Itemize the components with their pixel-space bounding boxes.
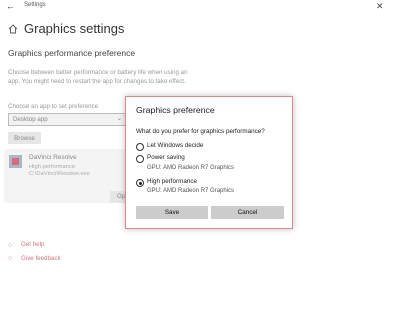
back-arrow-icon[interactable]: ←: [6, 1, 15, 11]
browse-button[interactable]: Browse: [8, 132, 41, 144]
cancel-button[interactable]: Cancel: [211, 206, 284, 219]
option-gpu: GPU: AMD Radeon R7 Graphics: [147, 188, 235, 194]
page-title: Graphics settings: [24, 21, 125, 36]
option-gpu: GPU: AMD Radeon R7 Graphics: [147, 165, 235, 171]
section-heading: Graphics performance preference: [8, 48, 136, 58]
give-feedback-link[interactable]: Give feedback: [21, 255, 61, 262]
app-type-dropdown[interactable]: Desktop app ⌄: [8, 113, 127, 126]
radio-power-saving[interactable]: [136, 155, 144, 163]
help-icon: ○: [8, 242, 13, 249]
dialog-question: What do you prefer for graphics performa…: [136, 128, 265, 135]
graphics-preference-dialog: Graphics preference What do you prefer f…: [125, 96, 293, 229]
option-label: High performance: [147, 178, 198, 185]
option-label: Power saving: [147, 154, 185, 161]
radio-high-performance[interactable]: [136, 179, 144, 187]
home-icon: [8, 24, 18, 34]
save-button[interactable]: Save: [136, 206, 208, 219]
app-icon: [9, 155, 22, 168]
get-help-link[interactable]: Get help: [21, 241, 44, 248]
dropdown-value: Desktop app: [13, 116, 48, 123]
app-name: DaVinci Resolve: [29, 154, 77, 161]
dialog-title: Graphics preference: [136, 105, 215, 115]
app-preference: High performance: [29, 164, 76, 170]
app-path: C:\DaVinci\Resolve.exe: [29, 171, 90, 177]
title-bar: [0, 0, 400, 12]
radio-let-windows-decide[interactable]: [136, 143, 144, 151]
window-title: Settings: [24, 2, 46, 8]
option-label: Let Windows decide: [147, 142, 204, 149]
feedback-icon: ○: [8, 255, 13, 262]
choose-app-label: Choose an app to set preference: [8, 103, 99, 110]
close-icon[interactable]: ✕: [376, 0, 384, 12]
chevron-down-icon: ⌄: [116, 116, 122, 122]
description-text: Choose between better performance or bat…: [8, 69, 188, 85]
